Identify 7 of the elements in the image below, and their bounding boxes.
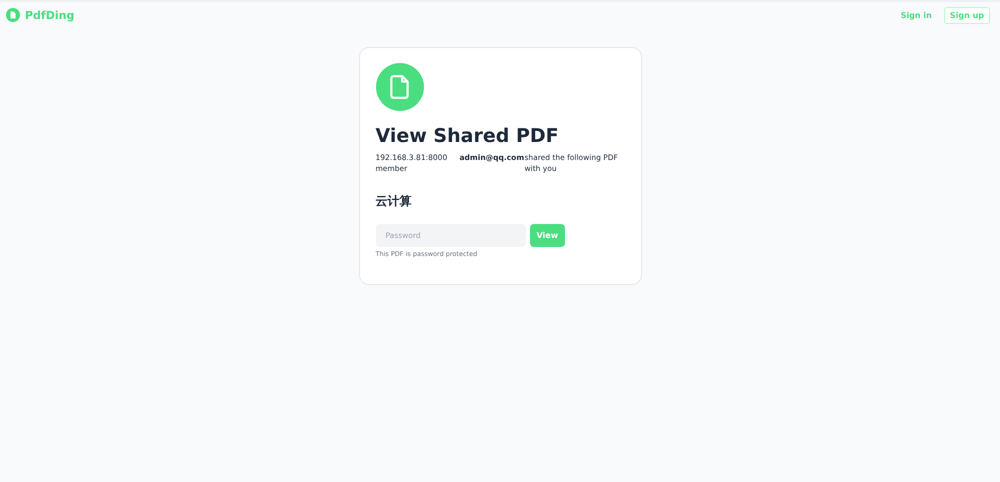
logo-text[interactable]: PdfDing [25,8,74,22]
pdf-name: 云计算 [376,192,412,210]
page-title: View Shared PDF [376,125,560,147]
sign-in-link[interactable]: Sign in [900,10,932,20]
logo-icon [6,8,20,22]
view-button[interactable]: View [530,224,566,247]
sign-up-button[interactable]: Sign up [944,6,990,24]
